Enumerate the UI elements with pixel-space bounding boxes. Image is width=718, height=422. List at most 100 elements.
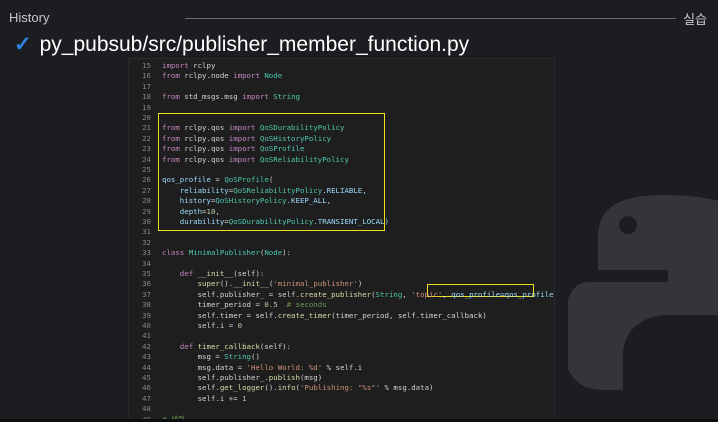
code-token: 0 xyxy=(237,321,243,330)
code-token: qos_profile xyxy=(162,175,216,185)
code-token: msg = xyxy=(162,352,225,362)
code-token: create_timer xyxy=(277,310,332,320)
code-token: (self): xyxy=(233,269,265,278)
code-token: std_msgs.msg xyxy=(184,92,243,102)
code-text: from rclpy.qos import QoSHistoryPolicy xyxy=(162,134,331,144)
code-line: 19 xyxy=(129,103,554,113)
code-line: 31 xyxy=(129,227,554,237)
code-token: import xyxy=(228,144,260,154)
line-number: 28 xyxy=(142,196,151,206)
code-token: def xyxy=(162,341,198,351)
code-token: depth xyxy=(162,206,203,216)
code-line: 33 class MinimalPublisher(Node): xyxy=(129,248,554,258)
code-token: import xyxy=(162,61,194,70)
code-token: publish xyxy=(268,373,300,382)
code-editor: 15 import rclpy 16 from rclpy.node import N… xyxy=(128,58,555,421)
code-token: String xyxy=(375,289,403,299)
code-token: .RELIABLE, xyxy=(322,185,367,195)
code-token: String xyxy=(273,92,300,102)
code-line: 42 def timer_callback(self): xyxy=(129,342,554,352)
code-text: self.publisher_.publish(msg) xyxy=(162,373,323,383)
line-number: 37 xyxy=(142,289,151,299)
code-token: info xyxy=(277,383,296,393)
line-number: 36 xyxy=(142,279,151,289)
checkmark-icon: ✓ xyxy=(14,33,32,56)
code-token: = xyxy=(215,175,225,185)
code-token: (self): xyxy=(259,341,292,351)
code-text: qos_profile = QoSProfile( xyxy=(162,175,273,185)
code-token: .TRANSIENT_LOCAL) xyxy=(313,217,389,226)
code-text: msg.data = 'Hello World: %d' % self.i xyxy=(162,362,363,373)
code-line: 30 durability=QoSDurabilityPolicy.TRANSI… xyxy=(129,217,554,227)
code-text: from rclpy.qos import QoSProfile xyxy=(162,144,304,154)
code-token: self.timer = self. xyxy=(162,310,278,320)
python-logo-watermark-icon xyxy=(568,195,718,390)
code-token: ( xyxy=(268,175,274,185)
code-text: timer_period = 0.5 # seconds xyxy=(162,300,327,310)
code-token: rclpy.node xyxy=(184,71,234,81)
code-token: rclpy.qos xyxy=(184,133,229,143)
code-token: timer_callback xyxy=(197,341,260,351)
code-text: msg = String() xyxy=(162,352,260,362)
code-text: from rclpy.qos import QoSReliabilityPoli… xyxy=(162,155,349,165)
line-number: 32 xyxy=(142,237,151,247)
code-token: QoSReliabilityPolicy xyxy=(233,185,323,195)
line-number: 33 xyxy=(142,248,151,258)
line-number: 38 xyxy=(142,300,151,310)
code-token: QoSDurabilityPolicy xyxy=(259,123,345,133)
line-number: 30 xyxy=(142,217,151,226)
code-token: get_logger xyxy=(219,383,265,393)
code-token: from xyxy=(162,133,185,143)
code-token: __init__ xyxy=(197,269,234,278)
code-text: self.i = 0 xyxy=(162,321,243,331)
code-line: 26 qos_profile = QoSProfile( xyxy=(129,175,554,185)
line-number: 21 xyxy=(142,123,151,133)
code-token: 0.5 xyxy=(264,300,278,310)
code-line: 41 xyxy=(129,331,554,341)
code-line: 28 history=QoSHistoryPolicy.KEEP_ALL, xyxy=(129,196,554,206)
line-number: 17 xyxy=(142,81,151,91)
code-text: def __init__(self): xyxy=(162,269,265,279)
line-number: 22 xyxy=(142,133,151,143)
line-number: 41 xyxy=(142,331,151,341)
code-line: 38 timer_period = 0.5 # seconds xyxy=(129,300,554,310)
code-token: create_publisher xyxy=(299,289,372,299)
line-number: 20 xyxy=(142,113,151,122)
line-number: 42 xyxy=(142,341,151,351)
code-token: from xyxy=(162,71,185,81)
code-token: 'minimal_publisher' xyxy=(273,279,358,289)
code-token: from xyxy=(162,154,185,164)
file-path-title: py_pubsub/src/publisher_member_function.… xyxy=(39,33,470,56)
code-line: 36 super().__init__('minimal_publisher') xyxy=(129,279,554,289)
code-token: rclpy xyxy=(193,61,216,70)
line-number: 15 xyxy=(142,61,151,70)
code-token: % self.i xyxy=(322,362,363,372)
header-right-title: 실습 xyxy=(683,12,707,27)
line-number: 43 xyxy=(142,352,151,362)
code-token: ) xyxy=(357,279,363,289)
code-token: import xyxy=(233,71,265,81)
code-token: timer_period = xyxy=(162,300,265,310)
code-line: 18 from std_msgs.msg import String xyxy=(129,92,554,102)
code-token: , xyxy=(402,289,412,299)
code-line: 32 xyxy=(129,238,554,248)
code-token: QoSDurabilityPolicy xyxy=(228,217,314,226)
code-token: QoSProfile xyxy=(259,144,305,154)
line-number: 23 xyxy=(142,144,151,154)
code-token: String xyxy=(224,352,251,362)
line-number: 46 xyxy=(142,383,151,393)
code-token: Node xyxy=(264,71,283,81)
code-token: QoSHistoryPolicy xyxy=(215,196,287,206)
code-token: 1 xyxy=(242,393,247,403)
code-line: 20 xyxy=(129,113,554,123)
line-number: 16 xyxy=(142,71,151,81)
code-token: super xyxy=(162,279,220,289)
line-number: 48 xyxy=(142,404,151,414)
code-token: QoSReliabilityPolicy xyxy=(259,154,349,164)
code-token: self.publisher_. xyxy=(162,373,269,382)
code-line: 45 self.publisher_.publish(msg) xyxy=(129,373,554,383)
code-token: durability xyxy=(162,217,225,226)
code-token: ) xyxy=(554,290,555,299)
code-token: msg.data = xyxy=(162,362,247,372)
code-token: 'topic' xyxy=(411,289,443,299)
